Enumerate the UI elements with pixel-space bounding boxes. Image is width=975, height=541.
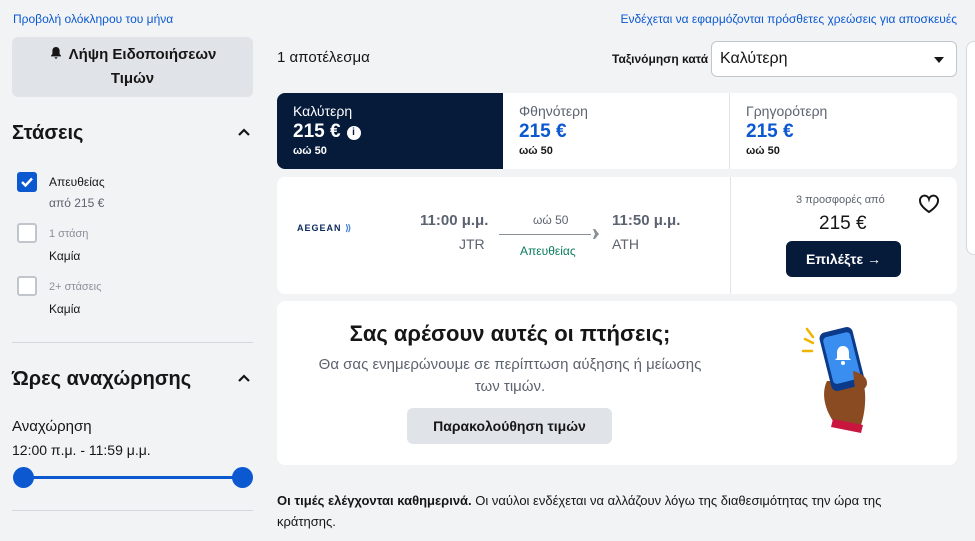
stops-section-title: Στάσεις [12, 122, 84, 144]
tab-price: 215 € [519, 121, 567, 142]
price-alert-button[interactable]: Λήψη Ειδοποιήσεων Τιμών [12, 37, 253, 97]
results-count: 1 αποτέλεσμα [277, 49, 370, 66]
arrive-airport-code: ATH [612, 236, 639, 252]
sort-label: Ταξινόμηση κατά [612, 52, 709, 66]
promo-text: Θα σας ενημερώνουμε σε περίπτωση αύξησης… [318, 356, 702, 395]
tab-price: 215 € [746, 121, 794, 142]
tab-best[interactable]: Καλύτερη 215 € i ωώ 50 [277, 93, 503, 169]
tab-cheapest[interactable]: Φθηνότερη 215 € ωώ 50 [503, 93, 730, 169]
departure-section-title: Ώρες αναχώρησης [12, 368, 192, 390]
card-divider [730, 177, 731, 294]
sort-tabs: Καλύτερη 215 € i ωώ 50 Φθηνότερη 215 € ωώ… [277, 93, 957, 169]
flight-stops: Απευθείας [520, 244, 576, 258]
bell-icon [50, 47, 61, 59]
depart-airport-code: JTR [459, 236, 485, 252]
promo-title: Σας αρέσουν αυτές οι πτήσεις; [349, 321, 671, 346]
checkbox-one-stop[interactable] [17, 223, 37, 243]
stops-option-label: Απευθείας [49, 175, 105, 189]
chevron-up-icon[interactable] [237, 373, 251, 383]
footnote-bold: Οι τιμές ελέγχονται καθημερινά. [277, 493, 472, 508]
tab-duration: ωώ 50 [293, 145, 327, 157]
sort-value: Καλύτερη [720, 50, 788, 67]
departure-label: Αναχώρηση [12, 418, 92, 435]
price-alert-line1: Λήψη Ειδοποιήσεων [68, 46, 217, 63]
sidebar-divider [12, 342, 253, 343]
view-full-month-link[interactable]: Προβολή ολόκληρου του μήνα [13, 12, 173, 26]
airplane-icon [590, 229, 603, 239]
info-icon[interactable]: i [346, 126, 361, 140]
stops-option-sub: Καμία [49, 302, 81, 316]
price-footnote: Οι τιμές ελέγχονται καθημερινά. Οι ναύλο… [277, 490, 927, 532]
price-watch-promo: Σας αρέσουν αυτές οι πτήσεις; Θα σας ενη… [277, 301, 957, 465]
sort-select[interactable]: Καλύτερη [711, 41, 957, 77]
stops-option-label: 2+ στάσεις [49, 281, 102, 293]
offers-count: 3 προσφορές από [796, 194, 885, 206]
offer-price: 215 € [819, 213, 867, 234]
side-panel-edge [966, 41, 975, 255]
flight-duration: ωώ 50 [533, 213, 569, 227]
baggage-fees-link[interactable]: Ενδέχεται να εφαρμόζονται πρόσθετες χρεώ… [620, 12, 957, 26]
tab-name: Φθηνότερη [519, 103, 588, 119]
depart-time: 11:00 μ.μ. [420, 212, 489, 229]
tab-duration: ωώ 50 [519, 145, 553, 157]
departure-slider-track[interactable] [22, 476, 243, 479]
tab-fastest[interactable]: Γρηγορότερη 215 € ωώ 50 [730, 93, 957, 169]
check-icon [21, 177, 33, 188]
checkbox-direct[interactable] [17, 172, 37, 192]
tab-duration: ωώ 50 [746, 145, 780, 157]
tab-name: Γρηγορότερη [746, 103, 828, 119]
stops-option-label: 1 στάση [49, 228, 89, 240]
caret-down-icon [934, 57, 944, 63]
arrive-time: 11:50 μ.μ. [612, 212, 681, 229]
departure-slider-max-handle[interactable] [232, 467, 253, 488]
price-alert-line2: Τιμών [110, 70, 155, 87]
select-flight-button[interactable]: Επιλέξτε → [786, 241, 901, 277]
departure-range: 12:00 π.μ. - 11:59 μ.μ. [12, 442, 151, 458]
stops-option-sub: Καμία [49, 249, 81, 263]
track-prices-button[interactable]: Παρακολούθηση τιμών [407, 408, 612, 444]
flight-route-line [499, 234, 591, 235]
sidebar-divider [12, 510, 253, 511]
tab-price: 215 € [293, 121, 341, 142]
chevron-up-icon[interactable] [237, 127, 251, 137]
checkbox-two-plus-stops[interactable] [17, 276, 37, 296]
flight-result-card[interactable]: AEGEAN ⟫ 11:00 μ.μ. JTR ωώ 50 Απευθείας … [277, 177, 957, 294]
tab-name: Καλύτερη [293, 103, 353, 119]
stops-option-sub: από 215 € [49, 196, 105, 210]
departure-slider-min-handle[interactable] [13, 467, 34, 488]
airline-logo: AEGEAN ⟫ [297, 223, 353, 233]
phone-notification-illustration [801, 327, 867, 433]
heart-icon[interactable] [918, 194, 940, 214]
